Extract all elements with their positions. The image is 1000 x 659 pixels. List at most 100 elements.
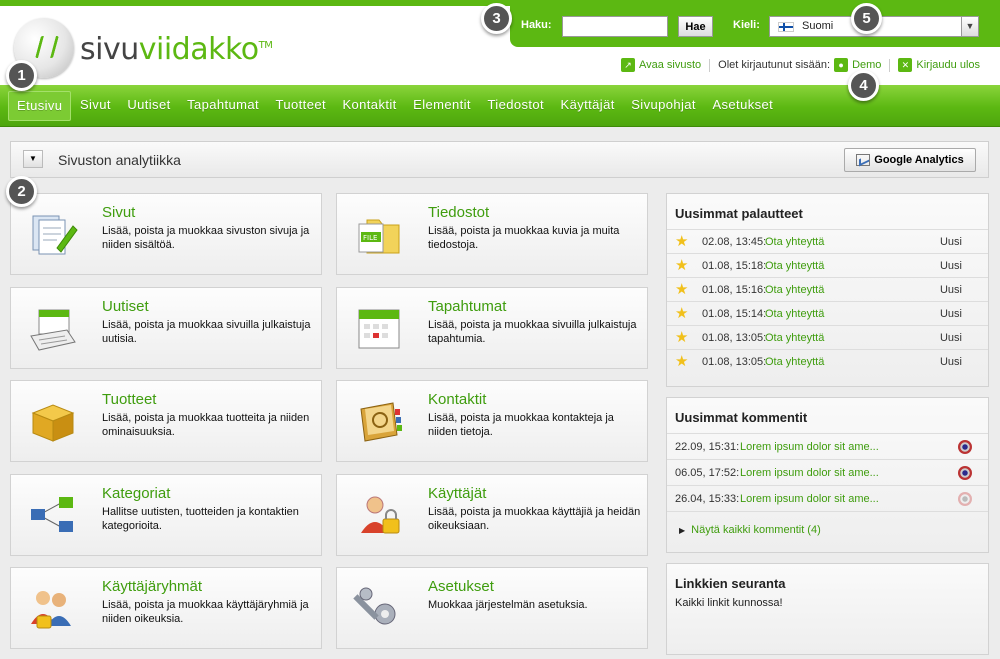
- divider: [889, 58, 891, 72]
- step-badge-3: 3: [481, 3, 512, 34]
- search-input[interactable]: [562, 16, 668, 37]
- pages-icon: [32, 215, 78, 255]
- step-badge-5: 5: [851, 3, 882, 34]
- card-tuotteet[interactable]: Tuotteet Lisää, poista ja muokkaa tuotte…: [10, 380, 322, 462]
- show-all-comments[interactable]: ▶ Näytä kaikki kommentit (4): [667, 511, 988, 545]
- nav-item-sivut[interactable]: Sivut: [72, 91, 119, 121]
- item-time: 06.05, 17:52:: [675, 467, 740, 479]
- logo-text-part1: sivu: [80, 32, 139, 67]
- nav-item-sivupohjat[interactable]: Sivupohjat: [623, 91, 704, 121]
- item-link[interactable]: Lorem ipsum dolor sit ame...: [740, 467, 879, 479]
- item-link[interactable]: Lorem ipsum dolor sit ame...: [740, 441, 879, 453]
- item-time: 02.08, 13:45:: [702, 236, 767, 248]
- finland-flag-icon: [778, 22, 794, 32]
- item-link[interactable]: Lorem ipsum dolor sit ame...: [740, 493, 879, 505]
- nav-item-kayttajat[interactable]: Käyttäjät: [553, 91, 623, 121]
- nav-item-uutiset[interactable]: Uutiset: [119, 91, 178, 121]
- external-link-icon: ↗: [621, 58, 635, 72]
- card-title: Kategoriat: [102, 485, 171, 502]
- item-link[interactable]: Ota yhteyttä: [765, 332, 824, 344]
- item-time: 01.08, 15:14:: [702, 308, 767, 320]
- logo-trademark: TM: [258, 40, 273, 51]
- card-kayttajat[interactable]: Käyttäjät Lisää, poista ja muokkaa käytt…: [336, 474, 648, 556]
- link-status-text: Kaikki linkit kunnossa!: [675, 597, 783, 609]
- search-label: Haku:: [521, 19, 552, 31]
- step-badge-4: 4: [848, 70, 879, 101]
- list-item: 26.04, 15:33: Lorem ipsum dolor sit ame..…: [667, 485, 988, 511]
- group-lock-icon: [31, 591, 71, 629]
- item-link[interactable]: Ota yhteyttä: [765, 308, 824, 320]
- star-icon: ★: [675, 305, 689, 322]
- panel-title: Uusimmat kommentit: [675, 410, 808, 425]
- language-selected-value: Suomi: [802, 20, 834, 32]
- status-badge: Uusi: [939, 332, 962, 344]
- step-badge-2: 2: [6, 176, 37, 207]
- card-tiedostot[interactable]: FILE Tiedostot Lisää, poista ja muokkaa …: [336, 193, 648, 275]
- logout-icon: ✕: [898, 58, 913, 72]
- card-kontaktit[interactable]: Kontaktit Lisää, poista ja muokkaa konta…: [336, 380, 648, 462]
- card-uutiset[interactable]: Uutiset Lisää, poista ja muokkaa sivuill…: [10, 287, 322, 369]
- analytics-title: Sivuston analytiikka: [58, 152, 181, 168]
- logout-link[interactable]: Kirjaudu ulos: [916, 59, 980, 71]
- status-badge: Uusi: [939, 260, 962, 272]
- card-title: Käyttäjät: [428, 485, 487, 502]
- panel-title: Linkkien seuranta: [675, 576, 786, 591]
- user-icon: ●: [834, 58, 849, 72]
- item-link[interactable]: Ota yhteyttä: [765, 236, 824, 248]
- list-item: 22.09, 15:31: Lorem ipsum dolor sit ame..…: [667, 433, 988, 459]
- card-kategoriat[interactable]: Kategoriat Hallitse uutisten, tuotteiden…: [10, 474, 322, 556]
- nav-item-tuotteet[interactable]: Tuotteet: [268, 91, 334, 121]
- card-title: Uutiset: [102, 298, 149, 315]
- card-title: Tapahtumat: [428, 298, 507, 315]
- open-site-link[interactable]: Avaa sivusto: [639, 59, 701, 71]
- card-title: Sivut: [102, 204, 136, 221]
- star-icon: ★: [675, 353, 689, 370]
- item-link[interactable]: Ota yhteyttä: [765, 260, 824, 272]
- item-link[interactable]: Ota yhteyttä: [765, 356, 824, 368]
- chevron-down-icon[interactable]: ▼: [961, 17, 978, 36]
- list-item: ★ 02.08, 13:45: Ota yhteyttä Uusi: [667, 229, 988, 253]
- card-asetukset[interactable]: Asetukset Muokkaa järjestelmän asetuksia…: [336, 567, 648, 649]
- nav-item-tapahtumat[interactable]: Tapahtumat: [179, 91, 267, 121]
- search-button[interactable]: Hae: [678, 16, 713, 37]
- status-badge: Uusi: [939, 356, 962, 368]
- user-link[interactable]: Demo: [852, 59, 881, 71]
- logo[interactable]: sivuviidakkoTM: [14, 18, 284, 82]
- status-badge: Uusi: [939, 236, 962, 248]
- logged-in-text: Olet kirjautunut sisään:: [718, 59, 831, 71]
- card-sivut[interactable]: Sivut Lisää, poista ja muokkaa sivuston …: [10, 193, 322, 275]
- item-time: 01.08, 15:16:: [702, 284, 767, 296]
- card-kayttajaryhmat[interactable]: Käyttäjäryhmät Lisää, poista ja muokkaa …: [10, 567, 322, 649]
- card-title: Asetukset: [428, 578, 494, 595]
- list-item: 06.05, 17:52: Lorem ipsum dolor sit ame..…: [667, 459, 988, 485]
- list-item: ★ 01.08, 15:14: Ota yhteyttä Uusi: [667, 301, 988, 325]
- eye-hidden-icon[interactable]: [958, 492, 972, 506]
- google-analytics-button[interactable]: Google Analytics: [844, 148, 976, 172]
- divider: [709, 58, 711, 72]
- nav-item-asetukset[interactable]: Asetukset: [704, 91, 781, 121]
- chart-icon: [856, 154, 871, 167]
- star-icon: ★: [675, 281, 689, 298]
- search-bar: Haku: Hae Kieli: Suomi ▼: [510, 6, 1000, 47]
- star-icon: ★: [675, 329, 689, 346]
- nav-item-elementit[interactable]: Elementit: [405, 91, 479, 121]
- eye-icon[interactable]: [958, 440, 972, 454]
- nav-item-kontaktit[interactable]: Kontaktit: [334, 91, 404, 121]
- step-badge-1: 1: [6, 60, 37, 91]
- nav-item-etusivu[interactable]: Etusivu: [8, 91, 72, 121]
- card-tapahtumat[interactable]: Tapahtumat Lisää, poista ja muokkaa sivu…: [336, 287, 648, 369]
- panel-title: Uusimmat palautteet: [675, 206, 803, 221]
- main-content: ▼ Sivuston analytiikka Google Analytics …: [0, 127, 1000, 659]
- eye-icon[interactable]: [958, 466, 972, 480]
- item-link[interactable]: Ota yhteyttä: [765, 284, 824, 296]
- svg-text:FILE: FILE: [363, 234, 377, 242]
- card-title: Tuotteet: [102, 391, 157, 408]
- logo-text: sivuviidakkoTM: [80, 32, 273, 67]
- files-icon: FILE: [358, 219, 400, 254]
- card-description: Hallitse uutisten, tuotteiden ja kontakt…: [102, 506, 299, 532]
- list-item: ★ 01.08, 15:18: Ota yhteyttä Uusi: [667, 253, 988, 277]
- collapse-toggle-button[interactable]: ▼: [23, 150, 43, 168]
- google-analytics-label: Google Analytics: [874, 153, 964, 166]
- nav-item-tiedostot[interactable]: Tiedostot: [479, 91, 552, 121]
- calendar-icon: [358, 309, 400, 349]
